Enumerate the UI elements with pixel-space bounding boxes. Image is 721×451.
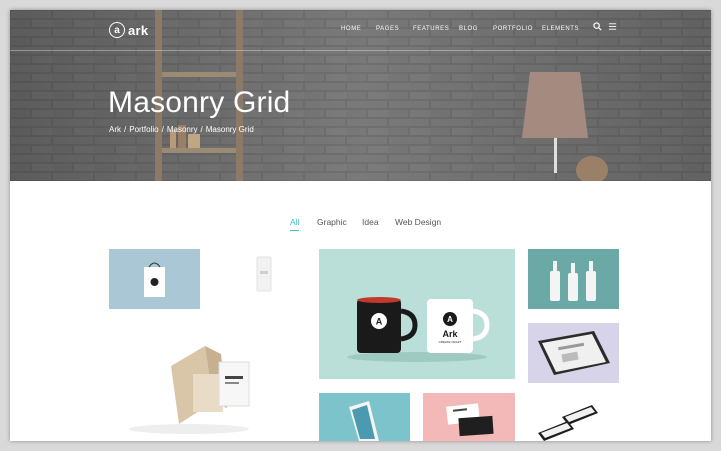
- breadcrumb-portfolio[interactable]: Portfolio: [129, 125, 158, 134]
- nav-pages[interactable]: PAGES: [376, 26, 399, 32]
- filter-tab-all[interactable]: All: [290, 217, 300, 231]
- nav-portfolio[interactable]: PORTFOLIO: [493, 26, 533, 32]
- filter-tabs: All Graphic Idea Web Design: [10, 217, 711, 233]
- phones-image: [538, 405, 598, 441]
- phone-image: [349, 401, 379, 441]
- breadcrumb-separator: /: [161, 125, 164, 134]
- portfolio-item-shopping-bag[interactable]: [109, 249, 200, 309]
- breadcrumb-separator: /: [124, 125, 127, 134]
- filter-tab-graphic[interactable]: Graphic: [317, 217, 347, 230]
- breadcrumb-masonry[interactable]: Masonry: [167, 125, 198, 134]
- nav-elements[interactable]: ELEMENTS: [542, 26, 579, 32]
- mug-brand: Ark: [442, 329, 458, 339]
- portfolio-item-business-cards[interactable]: [109, 324, 309, 441]
- logo-text: ark: [128, 22, 149, 38]
- nav-blog[interactable]: BLOG: [459, 26, 478, 32]
- portfolio-item-phone[interactable]: [319, 393, 410, 441]
- portfolio-item-mugs[interactable]: A A Ark CREATE CRAFT: [319, 249, 515, 379]
- nav-features[interactable]: FEATURES: [413, 26, 449, 32]
- breadcrumb-ark[interactable]: Ark: [109, 125, 121, 134]
- card-image: [256, 256, 272, 292]
- mugs-image: A A Ark CREATE CRAFT: [347, 297, 490, 362]
- navbar: a ark HOME PAGES FEATURES BLOG PORTFOLIO…: [10, 10, 711, 51]
- portfolio-item-tablet[interactable]: [528, 323, 619, 383]
- breadcrumb: Ark / Portfolio / Masonry / Masonry Grid: [109, 125, 254, 134]
- pink-cards-image: [446, 403, 494, 437]
- logo[interactable]: a ark: [109, 20, 148, 40]
- logo-mark: a: [109, 22, 125, 38]
- business-cards-image: [129, 346, 250, 434]
- tablet-image: [538, 331, 610, 375]
- breadcrumb-current: Masonry Grid: [205, 125, 254, 134]
- browser-frame: a ark HOME PAGES FEATURES BLOG PORTFOLIO…: [10, 10, 711, 441]
- portfolio-item-pink-cards[interactable]: [423, 393, 515, 441]
- portfolio-item-card[interactable]: [218, 249, 309, 309]
- bottles-image: [550, 261, 596, 301]
- portfolio-item-bottles[interactable]: [528, 249, 619, 309]
- mug-letter: A: [447, 315, 453, 324]
- shopping-bag-image: [144, 262, 165, 297]
- filter-tab-web-design[interactable]: Web Design: [395, 217, 441, 230]
- portfolio-item-phones[interactable]: [528, 393, 619, 441]
- page-title: Masonry Grid: [108, 86, 291, 119]
- filter-tab-idea[interactable]: Idea: [362, 217, 379, 230]
- mug-tagline: CREATE CRAFT: [439, 340, 462, 344]
- mug-letter: A: [376, 317, 383, 327]
- breadcrumb-separator: /: [200, 125, 203, 134]
- hero-banner: a ark HOME PAGES FEATURES BLOG PORTFOLIO…: [10, 10, 711, 181]
- nav-home[interactable]: HOME: [341, 26, 361, 32]
